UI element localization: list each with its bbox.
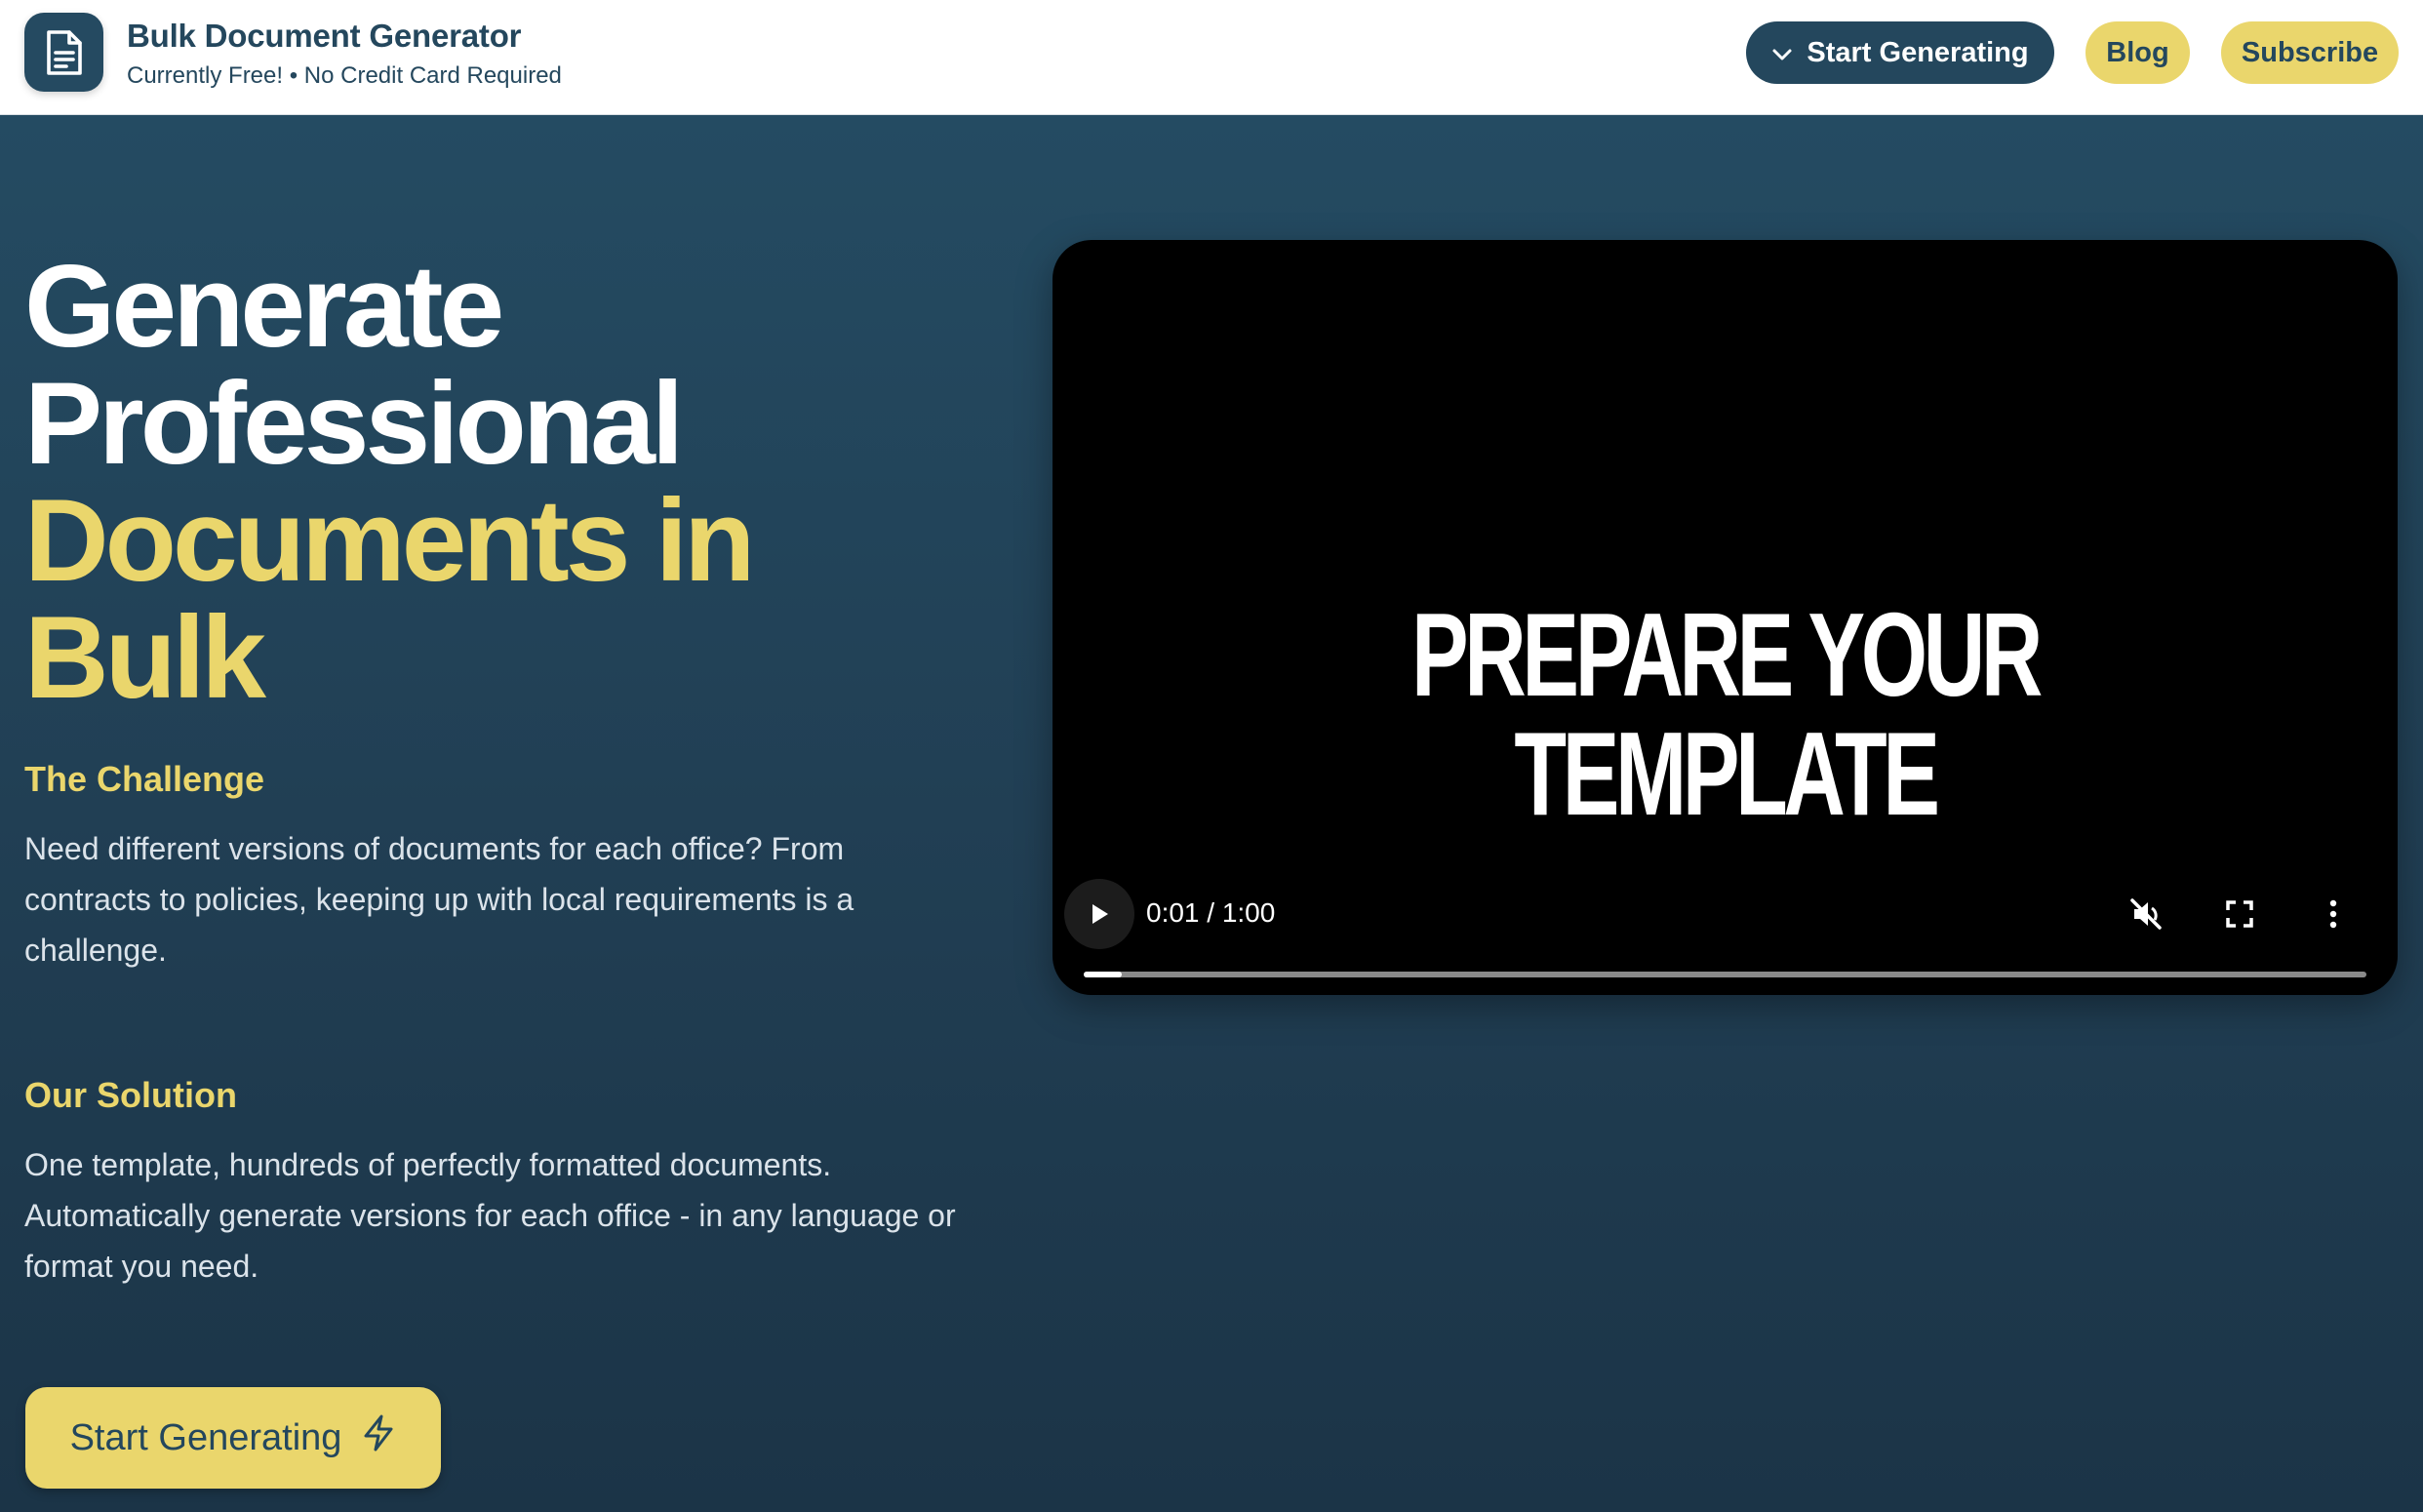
hero-section: Generate Professional Documents in Bulk … bbox=[0, 115, 2423, 1512]
video-progress-fill bbox=[1084, 972, 1123, 977]
solution-text: One template, hundreds of perfectly form… bbox=[24, 1147, 956, 1284]
muted-speaker-icon[interactable] bbox=[2122, 890, 2170, 938]
video-time: 0:01 / 1:00 bbox=[1146, 897, 1276, 928]
document-icon[interactable] bbox=[24, 13, 103, 92]
hero-title-line-2: Professional bbox=[24, 358, 684, 489]
challenge-heading: The Challenge bbox=[24, 759, 265, 799]
brand-subtitle: Currently Free! • No Credit Card Require… bbox=[127, 62, 562, 89]
start-generating-cta-button[interactable]: Start Generating bbox=[25, 1387, 441, 1489]
more-vertical-icon[interactable] bbox=[2309, 890, 2358, 938]
challenge-text: Need different versions of documents for… bbox=[24, 831, 854, 968]
lightning-icon bbox=[361, 1413, 396, 1462]
hero-title-line-1: Generate bbox=[24, 241, 504, 372]
video-player[interactable]: PREPARE YOUR TEMPLATE 0:01 / 1:00 bbox=[1053, 240, 2398, 995]
video-caption: PREPARE YOUR TEMPLATE bbox=[1411, 588, 2043, 840]
video-progress-bar[interactable] bbox=[1084, 972, 2366, 977]
start-generating-nav-label: Start Generating bbox=[1807, 36, 2029, 68]
hero-title-line-4: Bulk bbox=[24, 592, 266, 723]
play-icon[interactable] bbox=[1064, 879, 1134, 949]
solution-heading: Our Solution bbox=[24, 1075, 237, 1115]
hero-title-line-3: Documents in bbox=[24, 475, 755, 606]
fullscreen-icon[interactable] bbox=[2215, 890, 2264, 938]
subscribe-button[interactable]: Subscribe bbox=[2221, 21, 2399, 84]
hero-title: Generate Professional Documents in Bulk bbox=[24, 248, 961, 716]
start-generating-cta-label: Start Generating bbox=[69, 1416, 342, 1458]
brand-title: Bulk Document Generator bbox=[127, 18, 522, 54]
start-generating-nav-button[interactable]: Start Generating bbox=[1746, 21, 2054, 84]
blog-button[interactable]: Blog bbox=[2085, 21, 2190, 84]
chevron-down-icon bbox=[1771, 37, 1793, 69]
top-header: Bulk Document Generator Currently Free! … bbox=[0, 0, 2423, 115]
